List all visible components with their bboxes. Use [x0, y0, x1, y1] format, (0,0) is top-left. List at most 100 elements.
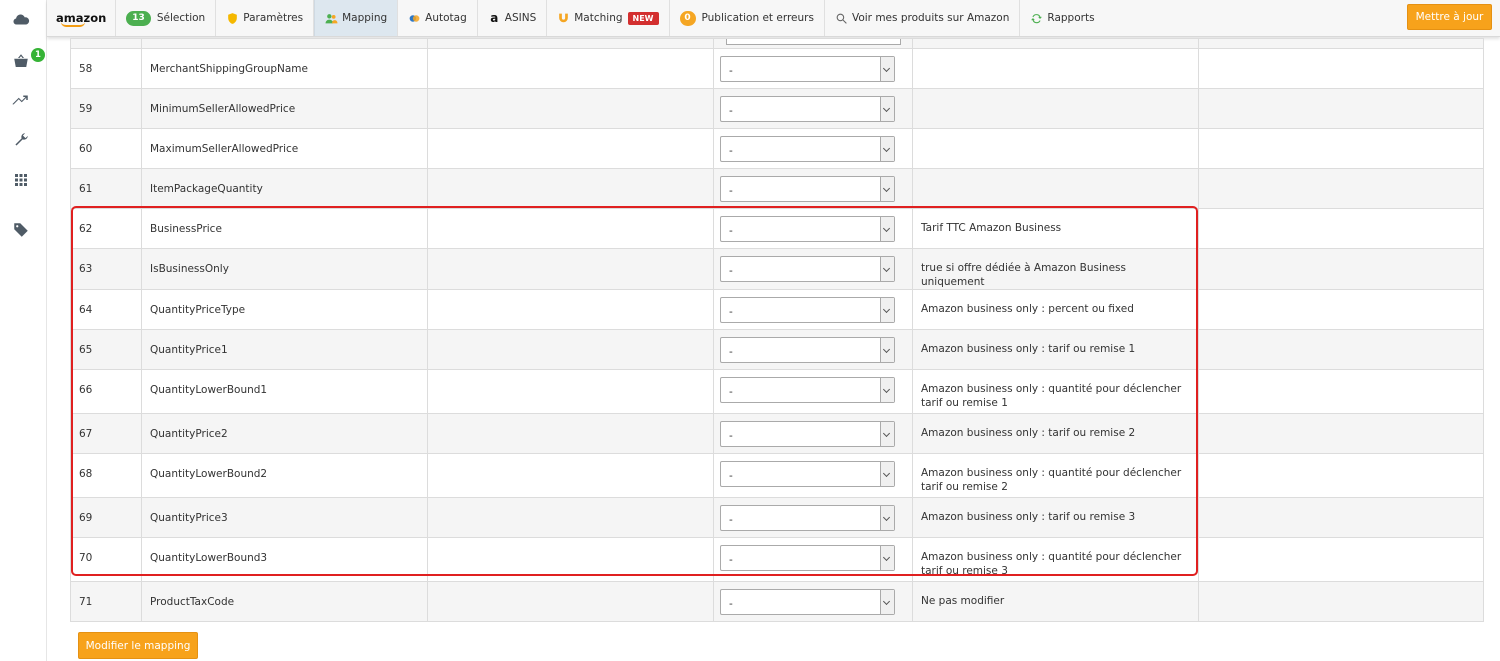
row-number: 70 [70, 537, 142, 582]
select-cell: - [713, 208, 913, 249]
nav-mapping[interactable]: Mapping [314, 0, 399, 36]
empty-cell [427, 413, 714, 454]
chevron-down-icon [880, 217, 894, 241]
empty-cell [427, 128, 714, 169]
modify-mapping-button[interactable]: Modifier le mapping [78, 632, 198, 659]
select-cell: - [713, 497, 913, 538]
nav-publication[interactable]: 0 Publication et erreurs [670, 0, 825, 36]
field-description: Amazon business only : tarif ou remise 1 [912, 329, 1199, 370]
wrench-icon[interactable] [10, 129, 32, 151]
tag-icon[interactable] [10, 219, 32, 241]
field-name: QuantityLowerBound1 [141, 369, 428, 414]
mapping-select[interactable]: - [720, 256, 895, 282]
empty-cell [427, 88, 714, 129]
select-value: - [729, 470, 733, 482]
select-cell: - [713, 88, 913, 129]
row-number: 65 [70, 329, 142, 370]
table-row-cut [70, 38, 1484, 49]
cart-count-badge: 1 [31, 48, 45, 62]
publication-count-badge: 0 [679, 10, 696, 26]
table-row: 59 MinimumSellerAllowedPrice - [70, 88, 1484, 129]
extra-cell [1198, 289, 1484, 330]
amazon-logo[interactable]: amazon [47, 0, 117, 36]
search-icon [836, 13, 847, 24]
field-name: BusinessPrice [141, 208, 428, 249]
empty-cell [427, 329, 714, 370]
mapping-select[interactable]: - [720, 461, 895, 487]
table-row: 70 QuantityLowerBound3 - Amazon business on… [70, 537, 1484, 582]
nav-voir-produits[interactable]: Voir mes produits sur Amazon [825, 0, 1021, 36]
chevron-down-icon [880, 57, 894, 81]
field-description [912, 88, 1199, 129]
mapping-select[interactable]: - [720, 216, 895, 242]
basket-icon[interactable] [10, 50, 32, 72]
nav-autotag[interactable]: Autotag [398, 0, 478, 36]
select-value: - [729, 225, 733, 237]
table-row: 71 ProductTaxCode - Ne pas modifier [70, 581, 1484, 622]
empty-cell [427, 168, 714, 209]
row-number: 60 [70, 128, 142, 169]
extra-cell [1198, 48, 1484, 89]
mapping-select[interactable]: - [720, 589, 895, 615]
table-row: 65 QuantityPrice1 - Amazon business only : … [70, 329, 1484, 370]
extra-cell [1198, 413, 1484, 454]
nav-selection[interactable]: 13 Sélection [116, 0, 217, 36]
mapping-select[interactable]: - [720, 56, 895, 82]
field-description: Ne pas modifier [912, 581, 1199, 622]
mapping-select[interactable]: - [720, 545, 895, 571]
field-description: true si offre dédiée à Amazon Business u… [912, 248, 1199, 290]
left-sidebar: 1 [0, 0, 47, 661]
select-value: - [729, 105, 733, 117]
empty-cell [427, 289, 714, 330]
mapping-select[interactable]: - [720, 96, 895, 122]
select-cell: - [713, 369, 913, 414]
select-cell: - [713, 581, 913, 622]
nav-asins[interactable]: a ASINS [478, 0, 548, 36]
trend-chart-icon[interactable] [10, 89, 32, 111]
chevron-down-icon [880, 257, 894, 281]
field-description: Amazon business only : quantité pour déc… [912, 537, 1199, 582]
select-value: - [729, 514, 733, 526]
grid-apps-icon[interactable] [10, 169, 32, 191]
nav-parametres[interactable]: Paramètres [216, 0, 315, 36]
mapping-select[interactable]: - [720, 176, 895, 202]
empty-cell [427, 453, 714, 498]
mapping-select[interactable]: - [720, 136, 895, 162]
select-cell: - [713, 48, 913, 89]
shield-icon [228, 12, 238, 24]
chevron-down-icon [880, 590, 894, 614]
select-value: - [729, 306, 733, 318]
selection-count-badge: 13 [126, 10, 151, 26]
mapping-select[interactable]: - [720, 421, 895, 447]
mapping-select-partial[interactable] [726, 39, 901, 45]
autotag-icon [409, 14, 420, 22]
mapping-select[interactable]: - [720, 505, 895, 531]
extra-cell [1198, 497, 1484, 538]
extra-cell [1198, 248, 1484, 290]
mapping-select[interactable]: - [720, 377, 895, 403]
nav-selection-label: Sélection [156, 12, 206, 24]
update-button[interactable]: Mettre à jour [1407, 4, 1492, 30]
extra-cell [1198, 128, 1484, 169]
select-value: - [729, 598, 733, 610]
field-name: MinimumSellerAllowedPrice [141, 88, 428, 129]
row-number: 63 [70, 248, 142, 290]
nav-parametres-label: Paramètres [243, 12, 304, 24]
select-cell: - [713, 128, 913, 169]
row-number: 64 [70, 289, 142, 330]
empty-cell [427, 497, 714, 538]
row-number: 66 [70, 369, 142, 414]
mapping-select[interactable]: - [720, 337, 895, 363]
nav-autotag-label: Autotag [425, 12, 467, 24]
top-navigation: amazon 13 Sélection Paramètres Mapping A… [47, 0, 1500, 37]
chevron-down-icon [880, 177, 894, 201]
nav-matching[interactable]: Matching NEW [547, 0, 670, 36]
extra-cell [1198, 329, 1484, 370]
nav-matching-label: Matching [574, 12, 623, 24]
table-row: 62 BusinessPrice - Tarif TTC Amazon Busines… [70, 208, 1484, 249]
field-name: QuantityLowerBound2 [141, 453, 428, 498]
field-description [912, 48, 1199, 89]
nav-rapports[interactable]: Rapports [1020, 0, 1104, 36]
mapping-select[interactable]: - [720, 297, 895, 323]
cloud-icon[interactable] [10, 9, 32, 31]
